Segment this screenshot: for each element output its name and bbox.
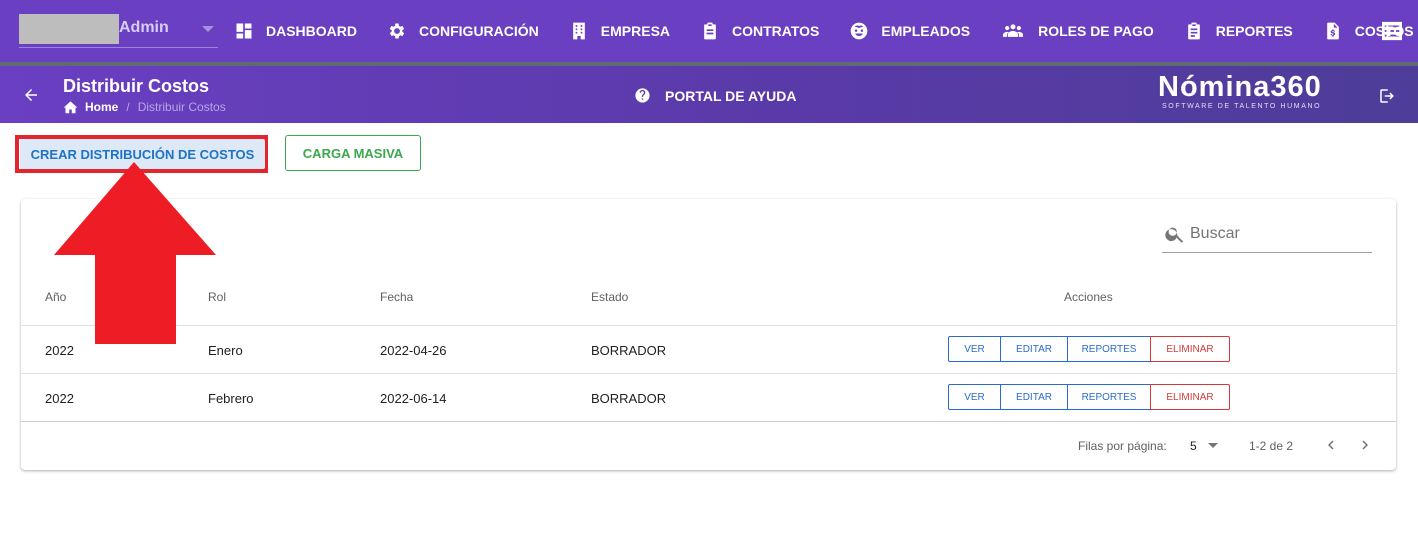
- delete-button[interactable]: ELIMINAR: [1150, 384, 1230, 410]
- nav-item-configuracion[interactable]: CONFIGURACIÓN: [387, 21, 539, 41]
- column-header-status[interactable]: Estado: [591, 290, 628, 304]
- search-field[interactable]: [1162, 219, 1372, 253]
- help-label: PORTAL DE AYUDA: [665, 87, 797, 104]
- cell-date: 2022-06-14: [380, 391, 447, 406]
- column-header-date[interactable]: Fecha: [380, 290, 413, 304]
- page-header: Distribuir Costos Home / Distribuir Cost…: [0, 66, 1418, 123]
- column-header-actions: Acciones: [1064, 290, 1113, 304]
- reports-button[interactable]: REPORTES: [1067, 384, 1151, 410]
- breadcrumb-current: Distribuir Costos: [137, 100, 226, 114]
- arrow-left-icon[interactable]: [22, 86, 40, 104]
- chevron-left-icon[interactable]: [1322, 436, 1340, 454]
- dashboard-icon: [236, 23, 252, 39]
- data-table-card: Año Rol Fecha Estado Acciones 2022 Enero…: [21, 199, 1396, 470]
- red-arrow-annotation: [54, 162, 216, 344]
- user-avatar: [19, 14, 119, 44]
- help-portal-link[interactable]: PORTAL DE AYUDA: [634, 87, 796, 104]
- search-input[interactable]: [1190, 221, 1370, 247]
- nav-item-empleados[interactable]: EMPLEADOS: [849, 21, 970, 41]
- nav-item-contratos[interactable]: CONTRATOS: [700, 21, 819, 41]
- nav-label: ROLES DE PAGO: [1038, 23, 1154, 39]
- breadcrumb-separator: /: [126, 100, 130, 114]
- gear-icon: [389, 23, 405, 39]
- rows-per-page-label: Filas por página:: [1078, 439, 1167, 453]
- row-actions: VER EDITAR REPORTES ELIMINAR: [948, 336, 1230, 362]
- home-icon: [63, 101, 78, 114]
- list-menu-icon[interactable]: [1381, 21, 1403, 41]
- view-button[interactable]: VER: [948, 336, 1001, 362]
- building-icon: [572, 22, 585, 40]
- user-menu[interactable]: Admin: [19, 14, 218, 48]
- nav-label: CONTRATOS: [732, 23, 820, 39]
- nav-item-reportes[interactable]: REPORTES: [1184, 21, 1293, 41]
- table-footer-divider: [21, 421, 1396, 422]
- search-icon: [1165, 227, 1184, 243]
- top-nav-bar: Admin DASHBOARD CONFIGURACIÓN EMPRESA CO…: [0, 0, 1418, 64]
- nav-item-empresa[interactable]: EMPRESA: [569, 21, 670, 41]
- delete-button[interactable]: ELIMINAR: [1150, 336, 1230, 362]
- face-icon: [851, 22, 868, 40]
- cell-status: BORRADOR: [591, 343, 667, 358]
- people-icon: [1003, 24, 1024, 37]
- reports-button[interactable]: REPORTES: [1067, 336, 1151, 362]
- nav-label: EMPLEADOS: [881, 23, 971, 39]
- brand-logo: Nómina360 SOFTWARE DE TALENTO HUMANO: [1158, 72, 1338, 110]
- bulk-upload-button[interactable]: CARGA MASIVA: [285, 135, 421, 171]
- cell-status: BORRADOR: [591, 391, 667, 406]
- cell-date: 2022-04-26: [380, 343, 447, 358]
- clipboard-list-icon: [1187, 22, 1200, 40]
- logo-text: Nómina360: [1158, 71, 1322, 103]
- breadcrumb-home[interactable]: Home: [85, 100, 118, 114]
- main-nav: DASHBOARD CONFIGURACIÓN EMPRESA CONTRATO…: [234, 0, 1414, 62]
- cell-role: Febrero: [208, 391, 254, 406]
- nav-label: DASHBOARD: [266, 23, 357, 39]
- breadcrumb: Home / Distribuir Costos: [63, 100, 226, 114]
- nav-item-dashboard[interactable]: DASHBOARD: [234, 21, 357, 41]
- edit-button[interactable]: EDITAR: [1000, 336, 1068, 362]
- nav-item-roles-de-pago[interactable]: ROLES DE PAGO: [1000, 21, 1154, 41]
- edit-button[interactable]: EDITAR: [1000, 384, 1068, 410]
- help-circle-icon: [635, 88, 650, 103]
- row-divider: [21, 373, 1396, 374]
- page-title: Distribuir Costos: [63, 76, 210, 96]
- chevron-right-icon[interactable]: [1356, 436, 1374, 454]
- chevron-down-icon[interactable]: [1208, 443, 1218, 448]
- clipboard-icon: [704, 22, 716, 40]
- nav-label: REPORTES: [1215, 23, 1293, 39]
- pagination-range: 1-2 de 2: [1249, 439, 1294, 453]
- dollar-file-icon: [1326, 22, 1339, 40]
- logo-tagline: SOFTWARE DE TALENTO HUMANO: [1162, 103, 1322, 110]
- rows-per-page-select[interactable]: 5: [1190, 439, 1197, 453]
- nav-label: CONFIGURACIÓN: [419, 23, 539, 39]
- cell-year: 2022: [45, 391, 74, 406]
- logout-icon[interactable]: [1378, 87, 1396, 105]
- user-name: Admin: [119, 19, 169, 36]
- view-button[interactable]: VER: [948, 384, 1001, 410]
- row-divider: [21, 325, 1396, 326]
- row-actions: VER EDITAR REPORTES ELIMINAR: [948, 384, 1230, 410]
- chevron-down-icon: [202, 26, 214, 32]
- nav-label: EMPRESA: [600, 23, 671, 39]
